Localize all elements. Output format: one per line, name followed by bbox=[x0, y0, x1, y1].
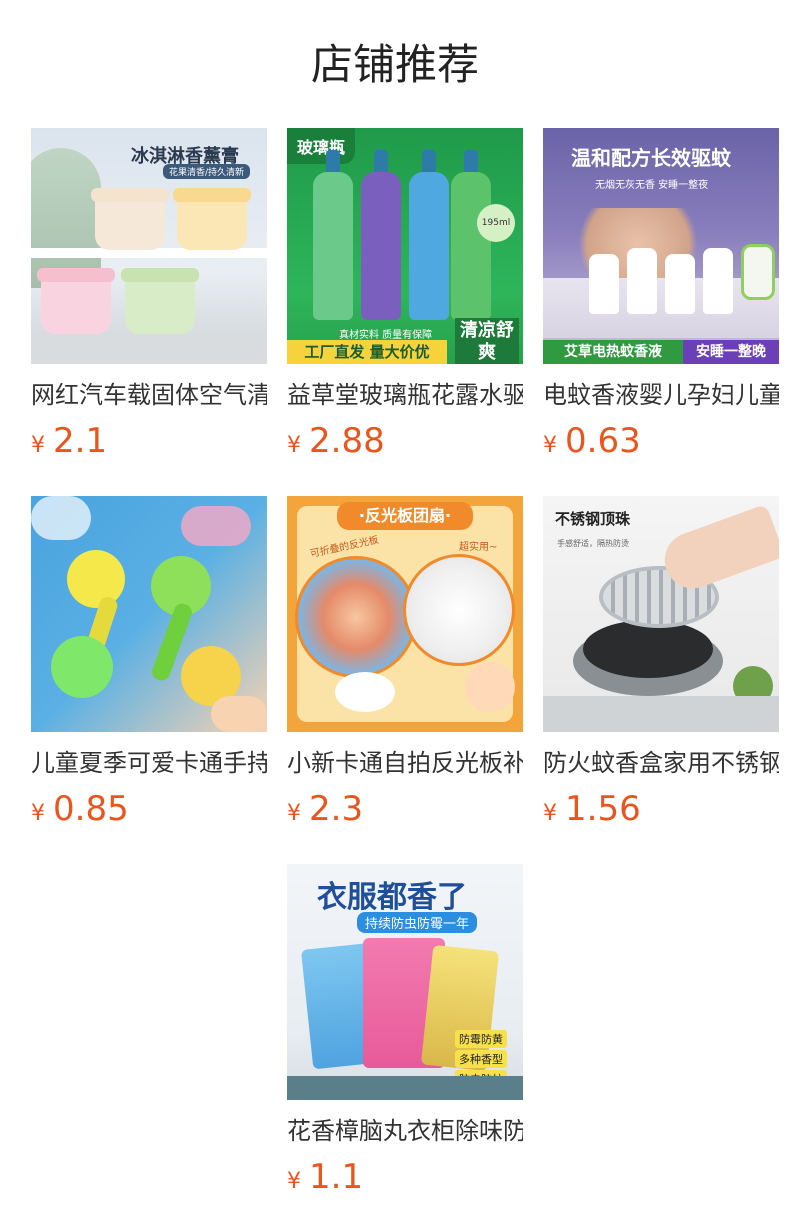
price-row: ¥1.1 bbox=[287, 1156, 523, 1198]
product-price: 2.88 bbox=[309, 421, 385, 461]
product-price: 0.63 bbox=[565, 421, 641, 461]
product-card[interactable]: 衣服都香了 持续防虫防霉一年 防霉防黄 多种香型 防虫防蛀 花香樟脑丸衣柜除味防… bbox=[287, 864, 523, 1204]
product-image[interactable]: 衣服都香了 持续防虫防霉一年 防霉防黄 多种香型 防虫防蛀 bbox=[287, 864, 523, 1100]
price-row: ¥0.63 bbox=[543, 420, 779, 462]
image-subtitle: 手感舒适，隔热防烫 bbox=[557, 539, 629, 548]
image-headline: 温和配方长效驱蚊 bbox=[571, 146, 731, 170]
product-name[interactable]: 益草堂玻璃瓶花露水驱蚊止痒 bbox=[287, 378, 523, 412]
price-row: ¥2.3 bbox=[287, 788, 523, 830]
product-price: 2.3 bbox=[309, 789, 364, 829]
product-card[interactable]: 玻璃瓶 195ml 真材实料 质量有保障 工厂直发 量大价优 清凉舒爽 益草堂玻… bbox=[287, 128, 523, 468]
product-image[interactable]: 玻璃瓶 195ml 真材实料 质量有保障 工厂直发 量大价优 清凉舒爽 bbox=[287, 128, 523, 364]
image-strip: 工厂直发 量大价优 bbox=[287, 340, 447, 364]
currency-symbol: ¥ bbox=[543, 801, 557, 826]
page-title: 店铺推荐 bbox=[310, 40, 479, 89]
currency-symbol: ¥ bbox=[31, 433, 45, 458]
currency-symbol: ¥ bbox=[287, 433, 301, 458]
currency-symbol: ¥ bbox=[287, 801, 301, 826]
product-price: 1.1 bbox=[309, 1157, 364, 1197]
product-image[interactable] bbox=[31, 496, 267, 732]
price-row: ¥2.88 bbox=[287, 420, 523, 462]
product-name[interactable]: 网红汽车载固体空气清新剂香薰膏 bbox=[31, 378, 267, 412]
product-name[interactable]: 花香樟脑丸衣柜除味防虫 bbox=[287, 1114, 523, 1148]
volume-label: 195ml bbox=[477, 204, 515, 242]
image-headline: 衣服都香了 bbox=[317, 880, 467, 915]
image-badge: 清凉舒爽 bbox=[455, 318, 519, 364]
product-card[interactable]: 冰淇淋香薰膏 花果清香/持久清新 网红汽车载固体空气清新剂香薰膏 ¥2.1 bbox=[31, 128, 267, 468]
product-card[interactable]: 不锈钢顶珠 手感舒适，隔热防烫 防火蚊香盒家用不锈钢蚊香架 ¥1.56 bbox=[543, 496, 779, 836]
image-right-strip: 安睡一整晚 bbox=[683, 340, 779, 364]
product-image[interactable]: 冰淇淋香薰膏 花果清香/持久清新 bbox=[31, 128, 267, 364]
product-image[interactable]: 温和配方长效驱蚊 无烟无灰无香 安睡一整夜 艾草电热蚊香液 安睡一整晚 bbox=[543, 128, 779, 364]
image-banner: ·反光板团扇· bbox=[337, 502, 473, 530]
image-subtitle: 花果清香/持久清新 bbox=[163, 164, 251, 179]
image-right-tag: 超实用~ bbox=[459, 542, 498, 553]
image-corner-label: 玻璃瓶 bbox=[287, 128, 356, 164]
product-image[interactable]: 不锈钢顶珠 手感舒适，隔热防烫 bbox=[543, 496, 779, 732]
product-image[interactable]: ·反光板团扇· 可折叠的反光板 超实用~ bbox=[287, 496, 523, 732]
product-card[interactable]: ·反光板团扇· 可折叠的反光板 超实用~ 小新卡通自拍反光板补光 ¥2.3 bbox=[287, 496, 523, 836]
product-price: 1.56 bbox=[565, 789, 641, 829]
product-price: 2.1 bbox=[53, 421, 108, 461]
product-name[interactable]: 防火蚊香盒家用不锈钢蚊香架 bbox=[543, 746, 779, 780]
image-left-strip: 艾草电热蚊香液 bbox=[543, 340, 683, 364]
product-card[interactable]: 温和配方长效驱蚊 无烟无灰无香 安睡一整夜 艾草电热蚊香液 安睡一整晚 电蚊香液… bbox=[543, 128, 779, 468]
image-tag-1: 防霉防黄 bbox=[455, 1030, 507, 1048]
currency-symbol: ¥ bbox=[31, 801, 45, 826]
image-promise: 真材实料 质量有保障 bbox=[339, 330, 433, 341]
currency-symbol: ¥ bbox=[543, 433, 557, 458]
price-row: ¥1.56 bbox=[543, 788, 779, 830]
product-name[interactable]: 小新卡通自拍反光板补光 bbox=[287, 746, 523, 780]
currency-symbol: ¥ bbox=[287, 1169, 301, 1194]
image-subtitle: 持续防虫防霉一年 bbox=[357, 912, 478, 933]
product-name[interactable]: 儿童夏季可爱卡通手持小风扇 bbox=[31, 746, 267, 780]
price-row: ¥2.1 bbox=[31, 420, 267, 462]
product-name[interactable]: 电蚊香液婴儿孕妇儿童无味驱蚊 bbox=[543, 378, 779, 412]
price-row: ¥0.85 bbox=[31, 788, 267, 830]
product-card[interactable]: 儿童夏季可爱卡通手持小风扇 ¥0.85 bbox=[31, 496, 267, 836]
image-subtitle: 无烟无灰无香 安睡一整夜 bbox=[595, 180, 709, 191]
image-tag-2: 多种香型 bbox=[455, 1050, 507, 1068]
image-headline: 不锈钢顶珠 bbox=[555, 510, 631, 528]
product-price: 0.85 bbox=[53, 789, 129, 829]
